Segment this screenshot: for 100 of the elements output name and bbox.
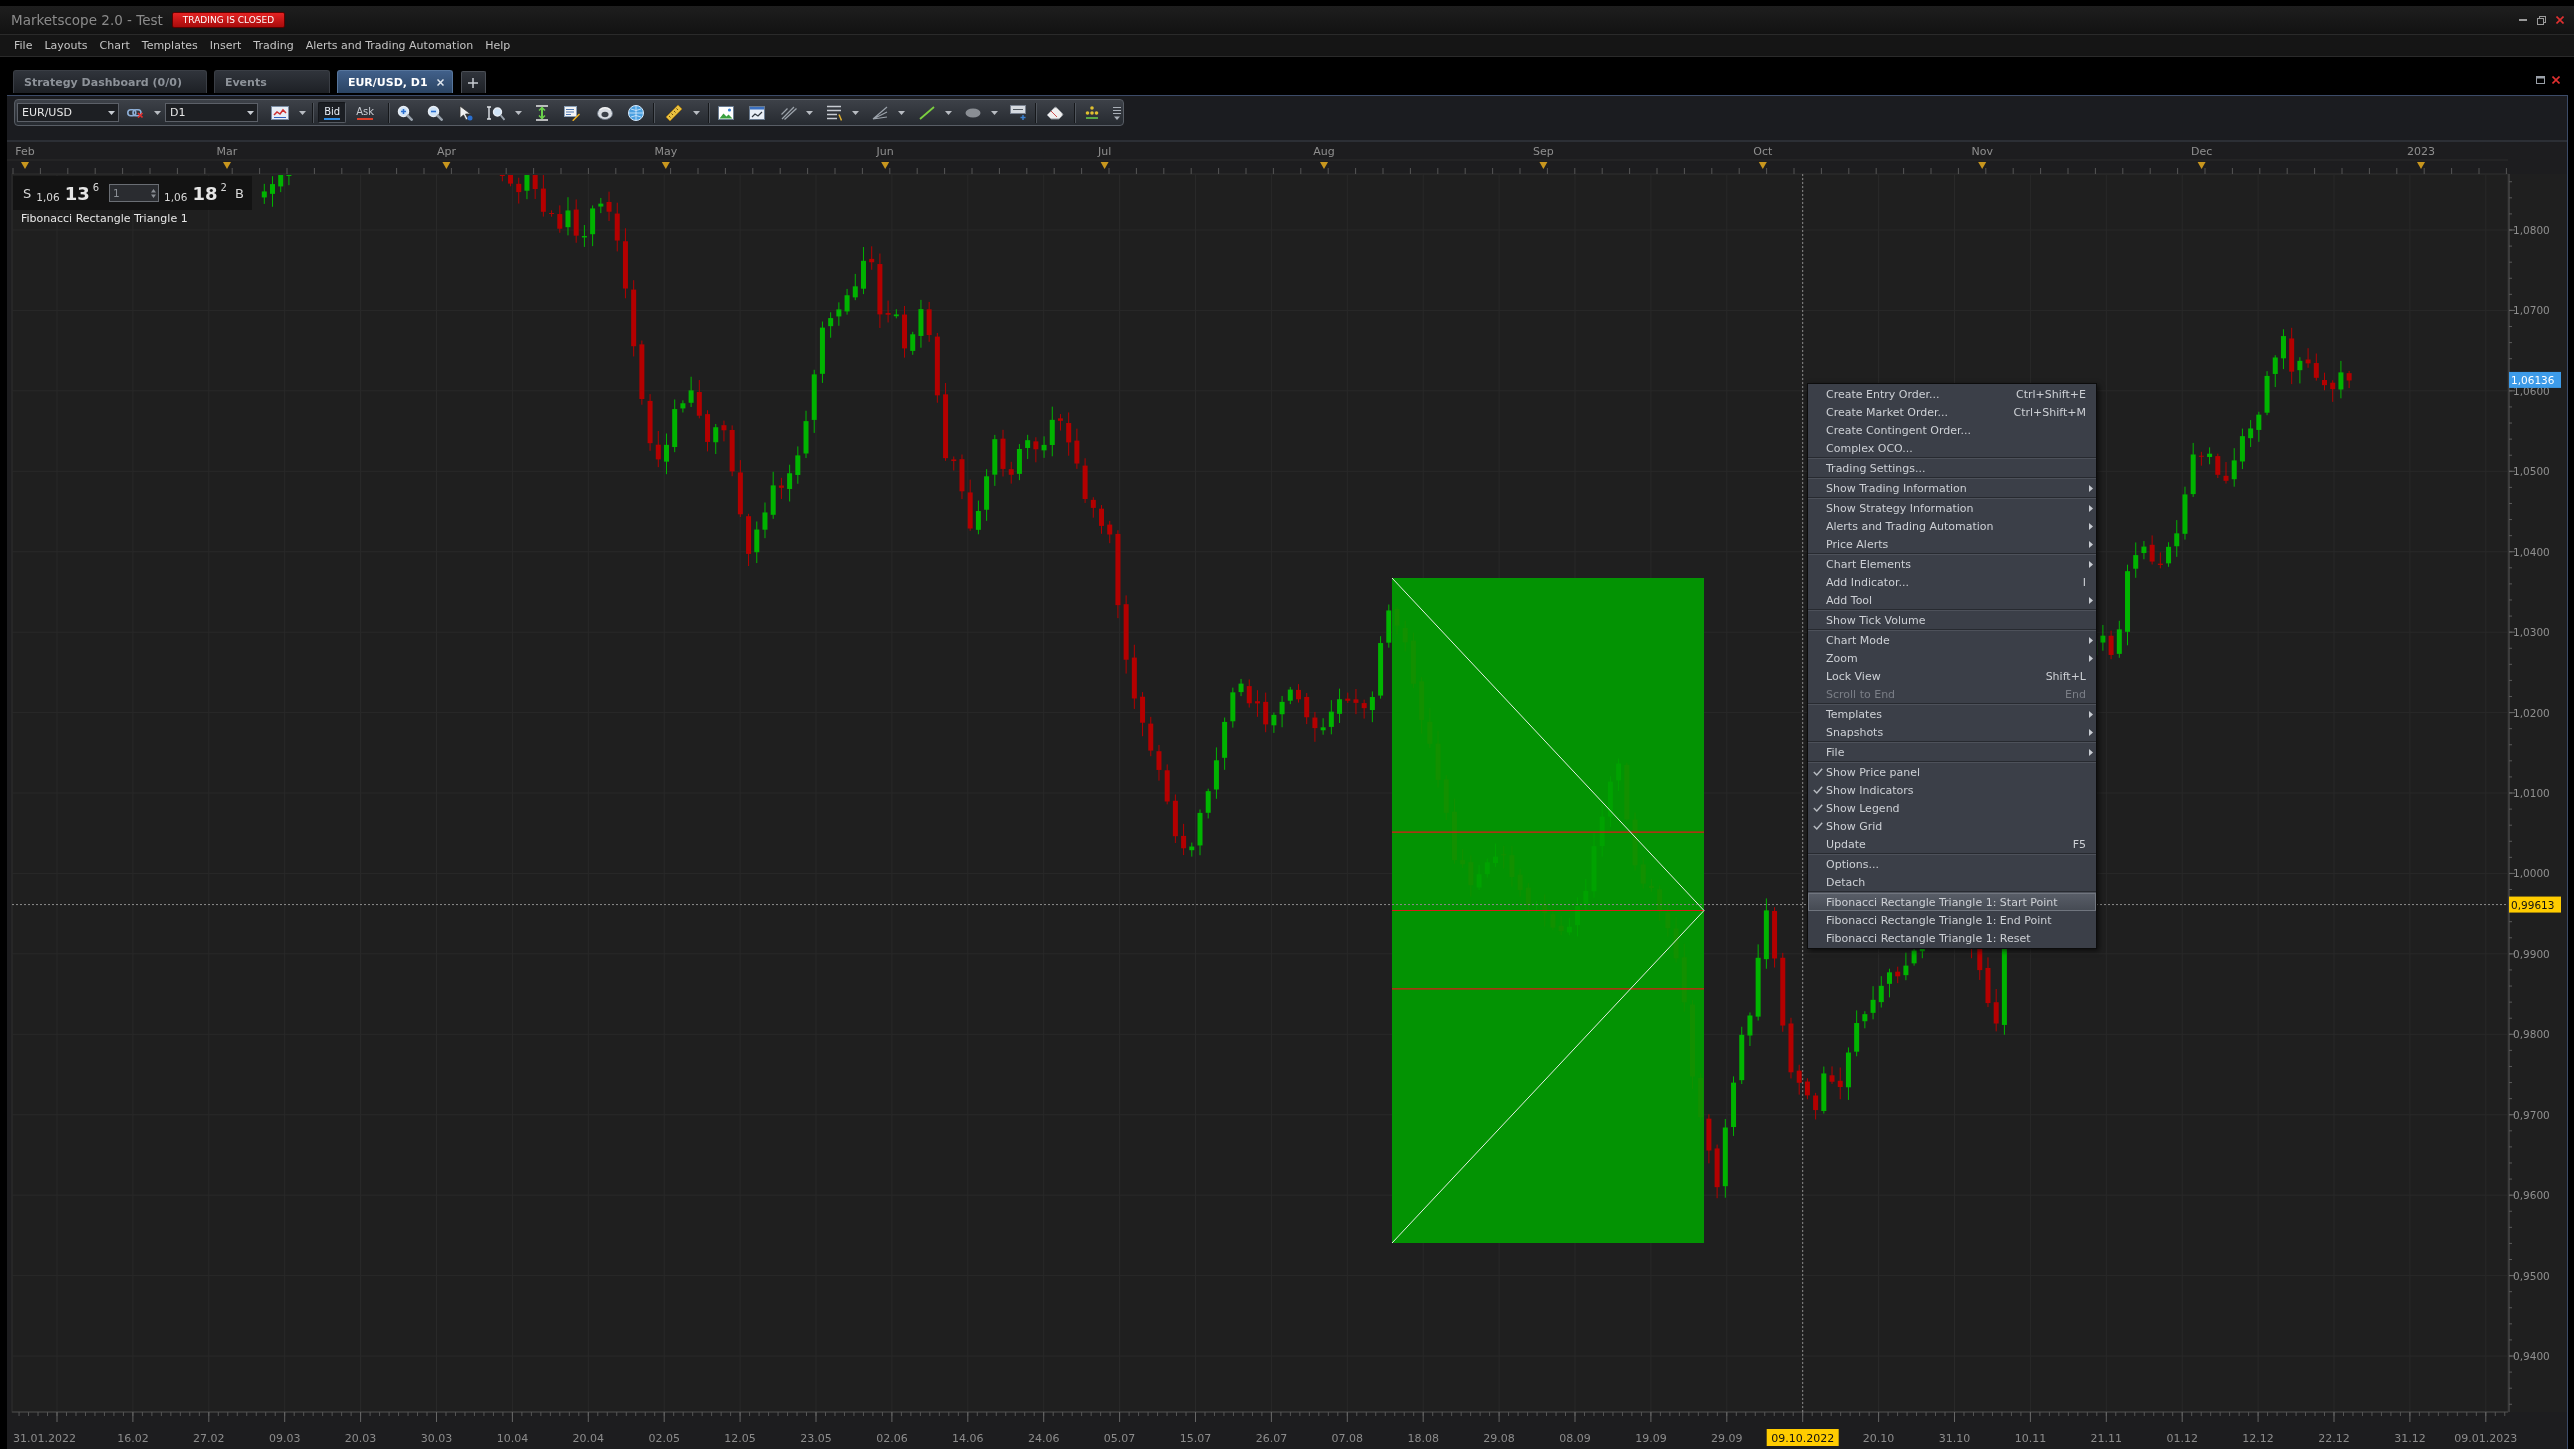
menu-bar-item[interactable]: Chart bbox=[93, 37, 136, 54]
menu-item[interactable]: Options... bbox=[1808, 855, 2096, 873]
menu-item[interactable]: Show Grid bbox=[1808, 817, 2096, 835]
menu-bar-item[interactable]: Layouts bbox=[38, 37, 94, 54]
price-axis-label: 1,0500 bbox=[2513, 465, 2550, 478]
menu-item[interactable]: Fibonacci Rectangle Triangle 1: End Point bbox=[1808, 911, 2096, 929]
date-axis-label: 05.07 bbox=[1103, 1431, 1136, 1445]
menu-item[interactable]: Templates bbox=[1808, 705, 2096, 723]
menu-item[interactable]: Add Indicator... I bbox=[1808, 573, 2096, 591]
menu-item[interactable]: Alerts and Trading Automation bbox=[1808, 517, 2096, 535]
spin-arrows-icon[interactable] bbox=[151, 188, 157, 198]
timeframe-dropdown[interactable]: D1 bbox=[164, 103, 259, 122]
caret-icon[interactable] bbox=[898, 110, 905, 115]
caret-icon[interactable] bbox=[515, 110, 522, 115]
menu-item[interactable]: Show Indicators bbox=[1808, 781, 2096, 799]
menu-item[interactable]: Trading Settings... bbox=[1808, 459, 2096, 477]
menu-item[interactable]: Show Price panel bbox=[1808, 763, 2096, 781]
parallel-lines-icon[interactable] bbox=[781, 105, 797, 120]
picture-icon[interactable] bbox=[718, 105, 734, 120]
zoom-in-icon[interactable] bbox=[397, 104, 413, 121]
menu-item[interactable]: Zoom bbox=[1808, 649, 2096, 667]
dot-tree-icon[interactable] bbox=[1085, 106, 1099, 119]
chart-window-icon[interactable] bbox=[749, 105, 765, 120]
menu-bar-item[interactable]: Trading bbox=[247, 37, 300, 54]
menu-item[interactable]: Create Entry Order... Ctrl+Shift+E bbox=[1808, 385, 2096, 403]
menu-item[interactable]: Create Contingent Order... bbox=[1808, 421, 2096, 439]
fan-lines-icon[interactable] bbox=[872, 105, 888, 120]
menu-item[interactable]: Chart Elements bbox=[1808, 555, 2096, 573]
menu-item[interactable]: Detach bbox=[1808, 873, 2096, 891]
menu-item[interactable]: Complex OCO... bbox=[1808, 439, 2096, 457]
caret-icon[interactable] bbox=[991, 110, 998, 115]
tab[interactable]: EUR/USD, D1 bbox=[336, 70, 453, 93]
dropdown-caret-icon[interactable] bbox=[247, 110, 255, 115]
caret-icon[interactable] bbox=[153, 110, 161, 115]
menu-item[interactable]: Price Alerts bbox=[1808, 535, 2096, 553]
chain-link-icon[interactable] bbox=[126, 107, 143, 118]
menu-item[interactable]: Fibonacci Rectangle Triangle 1: Reset bbox=[1808, 929, 2096, 947]
menu-item[interactable]: File bbox=[1808, 743, 2096, 761]
plus-icon[interactable] bbox=[468, 77, 479, 88]
menu-item[interactable]: Lock View Shift+L bbox=[1808, 667, 2096, 685]
dropdown-caret-icon[interactable] bbox=[107, 110, 115, 115]
caret-icon[interactable] bbox=[945, 110, 952, 115]
menu-bar-item[interactable]: Alerts and Trading Automation bbox=[299, 37, 480, 54]
month-label: Nov bbox=[1971, 145, 1993, 158]
amount-field[interactable]: 1 bbox=[109, 184, 160, 202]
menu-item[interactable]: Show Trading Information bbox=[1808, 479, 2096, 497]
quote-side-button[interactable]: Bid bbox=[318, 102, 347, 123]
menu-item[interactable]: Chart Mode bbox=[1808, 631, 2096, 649]
menu-item[interactable]: Snapshots bbox=[1808, 723, 2096, 741]
trend-line-icon[interactable] bbox=[919, 105, 935, 120]
zoom-out-icon[interactable] bbox=[427, 104, 443, 121]
price-axis-label: 0,9900 bbox=[2513, 947, 2550, 960]
caret-icon[interactable] bbox=[299, 110, 307, 115]
menu-item[interactable]: Update F5 bbox=[1808, 835, 2096, 853]
globe-icon[interactable] bbox=[628, 104, 644, 121]
menu-bar-item[interactable]: Help bbox=[479, 37, 517, 54]
menu-bar-item[interactable]: Templates bbox=[135, 37, 204, 54]
text-box-icon[interactable] bbox=[1010, 105, 1026, 120]
magnifier-icon[interactable] bbox=[487, 104, 505, 121]
close-icon[interactable] bbox=[2552, 76, 2560, 84]
caret-icon[interactable] bbox=[852, 110, 859, 115]
overflow-menu-icon[interactable] bbox=[1113, 105, 1121, 120]
line-chart-icon[interactable] bbox=[271, 105, 290, 120]
ring-icon[interactable] bbox=[597, 105, 613, 120]
cursor-icon[interactable] bbox=[459, 104, 473, 121]
ellipse-icon[interactable] bbox=[965, 107, 981, 118]
menu-item[interactable]: Show Strategy Information bbox=[1808, 499, 2096, 517]
symbol-dropdown[interactable]: EUR/USD bbox=[17, 103, 119, 122]
trading-status-badge: TRADING IS CLOSED bbox=[171, 12, 286, 28]
maximize-icon[interactable] bbox=[2536, 76, 2545, 84]
date-axis-label: 15.07 bbox=[1179, 1431, 1212, 1445]
note-edit-icon[interactable] bbox=[564, 104, 580, 121]
eraser-icon[interactable] bbox=[1046, 105, 1064, 120]
tab[interactable]: Strategy Dashboard (0/0) bbox=[13, 70, 207, 93]
menu-bar-item[interactable]: File bbox=[8, 37, 39, 54]
price-axis-label: 0,9700 bbox=[2513, 1108, 2550, 1121]
month-label: 2023 bbox=[2407, 145, 2435, 158]
tab[interactable]: Events bbox=[213, 70, 330, 93]
horizontal-lines-icon[interactable] bbox=[826, 104, 842, 121]
month-label: Mar bbox=[216, 145, 238, 158]
date-axis-label: 29.09 bbox=[1711, 1431, 1743, 1445]
quote-side-button[interactable]: Ask bbox=[350, 102, 380, 123]
new-tab-button[interactable] bbox=[460, 71, 486, 93]
date-axis-label: 01.12 bbox=[2166, 1431, 2198, 1445]
menu-item[interactable]: Create Market Order... Ctrl+Shift+M bbox=[1808, 403, 2096, 421]
menu-bar-item[interactable]: Insert bbox=[203, 37, 248, 54]
ruler-icon[interactable] bbox=[665, 103, 683, 122]
menu-item[interactable]: Show Tick Volume bbox=[1808, 611, 2096, 629]
date-axis-label: 08.09 bbox=[1559, 1431, 1591, 1445]
date-axis-label: 12.12 bbox=[2242, 1431, 2274, 1445]
menu-item[interactable]: Fibonacci Rectangle Triangle 1: Start Point bbox=[1808, 893, 2096, 911]
caret-icon[interactable] bbox=[693, 110, 700, 115]
price-axis-label: 1,0300 bbox=[2513, 626, 2550, 639]
submenu-arrow-icon bbox=[2089, 748, 2093, 756]
vertical-range-icon[interactable] bbox=[535, 104, 549, 121]
date-axis-label: 30.03 bbox=[420, 1431, 453, 1445]
caret-icon[interactable] bbox=[806, 110, 813, 115]
menu-item[interactable]: Show Legend bbox=[1808, 799, 2096, 817]
menu-item[interactable]: Add Tool bbox=[1808, 591, 2096, 609]
date-axis-label: 24.06 bbox=[1027, 1431, 1060, 1445]
